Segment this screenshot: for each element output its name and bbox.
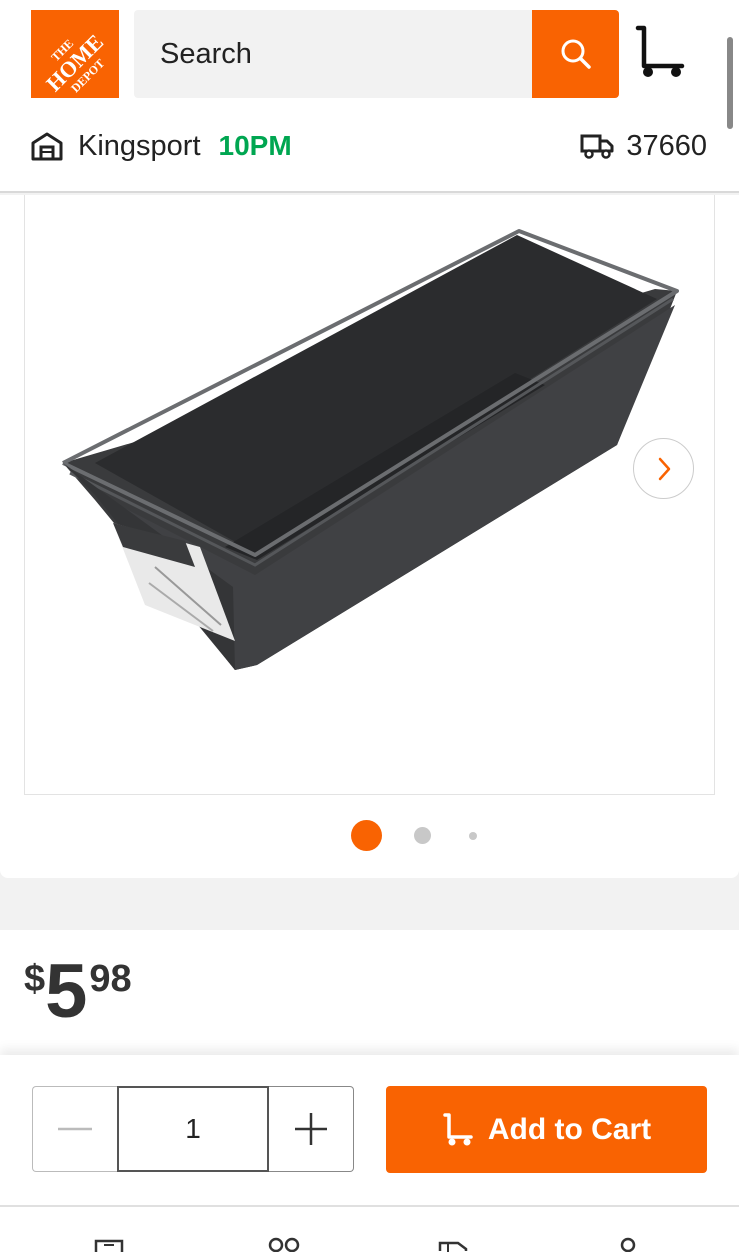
scrollbar[interactable] (727, 37, 733, 129)
price-section: $ 5 98 (0, 930, 739, 1055)
next-image-button[interactable] (633, 438, 694, 499)
quantity-input[interactable]: 1 (117, 1086, 269, 1172)
header: THE HOME DEPOT Search Kingsport 10PM 376… (0, 0, 739, 193)
add-to-cart-label: Add to Cart (487, 1112, 652, 1146)
product-image[interactable] (24, 195, 715, 795)
bottom-tab-bar (0, 1205, 739, 1252)
store-hours: 10PM (218, 130, 292, 161)
minus-icon (58, 1127, 92, 1131)
account-tab-icon[interactable] (612, 1235, 652, 1252)
product-price: $ 5 98 (24, 952, 132, 1032)
services-tab-icon[interactable] (436, 1235, 476, 1252)
pagination-dot[interactable] (414, 827, 431, 844)
cart-icon[interactable] (632, 24, 688, 84)
shop-tab-icon[interactable] (92, 1235, 132, 1252)
mud-pan-image (62, 229, 679, 670)
chevron-right-icon (658, 457, 670, 480)
purchase-action-bar: 1 Add to Cart (0, 1055, 739, 1205)
price-cents: 98 (89, 958, 132, 1000)
price-dollars: 5 (45, 949, 87, 1034)
product-media-card (0, 195, 739, 878)
search-icon (561, 39, 591, 69)
image-pagination (0, 820, 739, 851)
decrease-quantity-button[interactable] (32, 1086, 117, 1172)
increase-quantity-button[interactable] (269, 1086, 354, 1172)
store-name: Kingsport (78, 129, 201, 162)
search-placeholder: Search (160, 37, 252, 70)
quantity-stepper: 1 (32, 1086, 354, 1172)
price-currency: $ (24, 958, 46, 1000)
departments-tab-icon[interactable] (266, 1235, 306, 1252)
home-depot-logo[interactable]: THE HOME DEPOT (31, 10, 119, 98)
zip-code: 37660 (626, 129, 707, 162)
search-button[interactable] (532, 10, 619, 98)
logo-wordmark: THE HOME DEPOT (41, 29, 109, 97)
delivery-truck-icon (580, 134, 614, 159)
plus-icon (295, 1113, 327, 1145)
delivery-zip-selector[interactable]: 37660 (580, 124, 707, 168)
store-selector[interactable]: Kingsport 10PM (30, 124, 292, 168)
add-to-cart-button[interactable]: Add to Cart (386, 1086, 707, 1173)
search-input[interactable]: Search (134, 10, 532, 98)
cart-icon (443, 1112, 473, 1145)
pagination-dot[interactable] (469, 832, 477, 840)
store-icon (31, 132, 63, 161)
pagination-dot-active[interactable] (351, 820, 382, 851)
